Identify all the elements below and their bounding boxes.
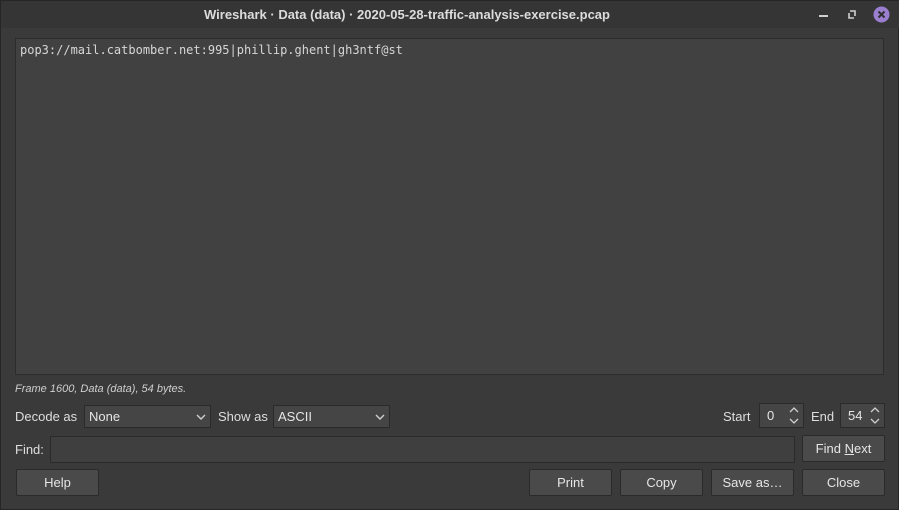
chevron-up-icon[interactable] <box>868 405 882 415</box>
title-bar: Wireshark · Data (data) · 2020-05-28-tra… <box>1 1 899 28</box>
find-next-mnemonic: N <box>844 441 854 456</box>
show-as-label: Show as <box>218 409 268 424</box>
find-next-label-pre: Find <box>815 441 845 456</box>
show-as-value: ASCII <box>278 409 312 424</box>
find-label: Find: <box>15 442 44 457</box>
data-text: pop3://mail.catbomber.net:995|phillip.gh… <box>20 43 403 57</box>
start-spinbox[interactable]: 0 <box>759 403 804 428</box>
start-value: 0 <box>767 408 775 423</box>
chevron-down-icon[interactable] <box>787 416 801 426</box>
decode-as-value: None <box>89 409 121 424</box>
data-text-area[interactable]: pop3://mail.catbomber.net:995|phillip.gh… <box>15 38 884 375</box>
end-label: End <box>811 409 835 424</box>
follow-data-dialog: Wireshark · Data (data) · 2020-05-28-tra… <box>0 0 899 510</box>
save-as-button[interactable]: Save as… <box>711 469 794 496</box>
minimize-icon[interactable] <box>815 6 832 23</box>
show-as-select[interactable]: ASCII <box>273 405 390 428</box>
help-button[interactable]: Help <box>16 469 99 496</box>
end-value: 54 <box>848 408 863 423</box>
copy-button[interactable]: Copy <box>620 469 703 496</box>
frame-info-label: Frame 1600, Data (data), 54 bytes. <box>15 383 187 395</box>
start-label: Start <box>723 409 751 424</box>
window-title: Wireshark · Data (data) · 2020-05-28-tra… <box>204 7 610 22</box>
close-icon[interactable] <box>873 6 890 23</box>
chevron-down-icon[interactable] <box>868 416 882 426</box>
find-input[interactable] <box>50 436 795 463</box>
chevron-down-icon <box>375 414 385 420</box>
maximize-icon[interactable] <box>844 6 861 23</box>
chevron-up-icon[interactable] <box>787 405 801 415</box>
end-spinbox[interactable]: 54 <box>840 403 885 428</box>
find-next-label-post: ext <box>853 441 872 456</box>
close-button[interactable]: Close <box>802 469 885 496</box>
find-next-button[interactable]: Find Next <box>802 435 885 462</box>
print-button[interactable]: Print <box>529 469 612 496</box>
decode-as-label: Decode as <box>15 409 78 424</box>
chevron-down-icon <box>196 414 206 420</box>
decode-as-select[interactable]: None <box>84 405 211 428</box>
